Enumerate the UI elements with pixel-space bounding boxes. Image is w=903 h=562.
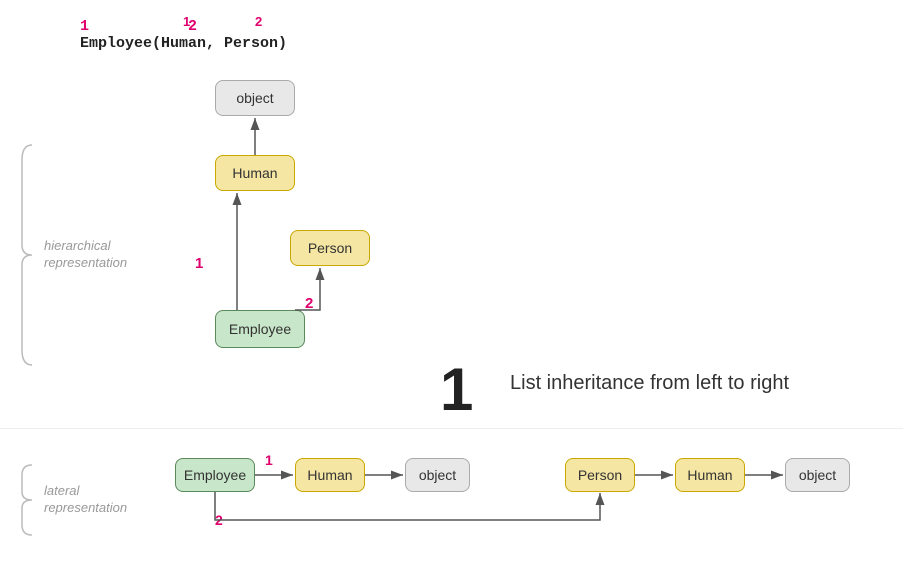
lat-num1: 1 (265, 452, 273, 468)
lateral-brace-icon (18, 460, 36, 540)
hierarchical-brace-icon (18, 140, 36, 370)
code-class: Employee (80, 35, 152, 52)
code-num1: 1 (80, 18, 89, 35)
hier-num1: 1 (195, 255, 203, 272)
lateral-label: lateral representation (44, 483, 127, 517)
node-object-hier: object (215, 80, 295, 116)
lateral-brace-group: lateral representation (18, 460, 127, 540)
big-number: 1 (440, 355, 473, 424)
node-person-lat: Person (565, 458, 635, 492)
node-human1-lat: Human (295, 458, 365, 492)
code-args: (Human, Person) (152, 35, 287, 52)
node-employee-lat: Employee (175, 458, 255, 492)
node-human2-lat: Human (675, 458, 745, 492)
big-label: List inheritance from left to right (510, 372, 789, 395)
hierarchical-label: hierarchical representation (44, 238, 127, 272)
node-object2-lat: object (785, 458, 850, 492)
hierarchical-brace-group: hierarchical representation (18, 140, 127, 370)
node-object1-lat: object (405, 458, 470, 492)
node-employee-hier: Employee (215, 310, 305, 348)
code-top-num2: 2 (255, 14, 262, 29)
lat-num2: 2 (215, 512, 223, 528)
node-person-hier: Person (290, 230, 370, 266)
code-top-num1: 1 (183, 14, 190, 29)
node-human-hier: Human (215, 155, 295, 191)
section-divider (0, 428, 903, 429)
hier-num2: 2 (305, 295, 313, 312)
